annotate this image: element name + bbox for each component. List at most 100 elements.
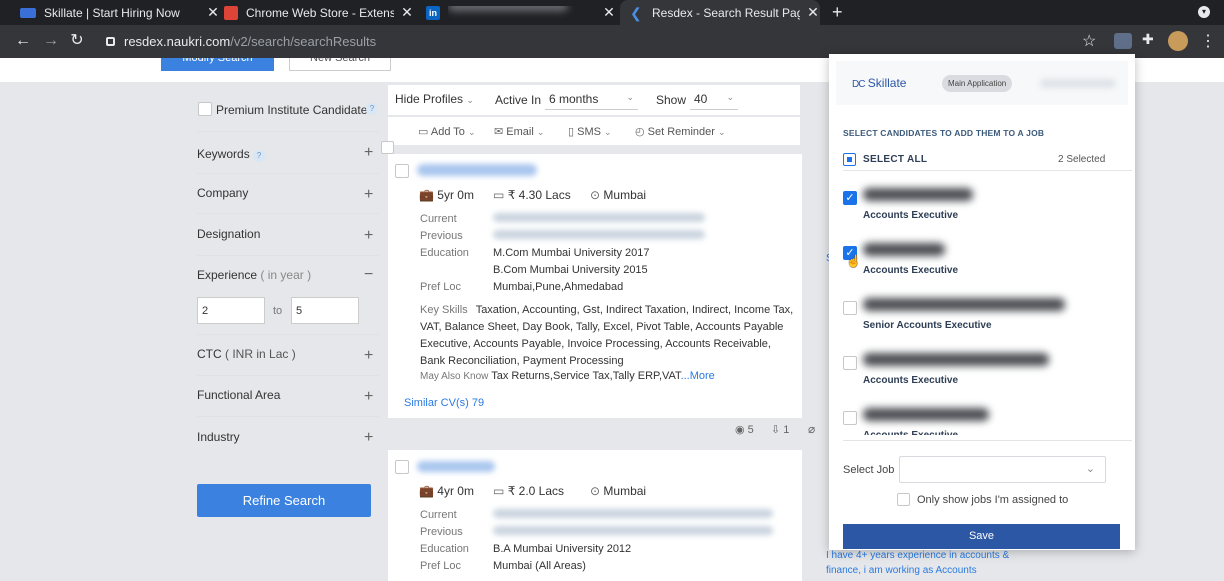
resdex-favicon-icon: ❮	[630, 4, 642, 21]
functional-area-expand-icon[interactable]: +	[364, 388, 373, 406]
email-button[interactable]: ✉ Email ⌄	[494, 125, 544, 138]
add-to-button[interactable]: ▭ Add To ⌄	[418, 125, 476, 138]
back-arrow-icon[interactable]: ←	[12, 30, 34, 52]
hide-profiles-dropdown[interactable]: Hide Profiles ⌄	[395, 92, 474, 106]
panel-instruction: SELECT CANDIDATES TO ADD THEM TO A JOB	[843, 128, 1045, 138]
save-button[interactable]: Save	[843, 524, 1120, 549]
may-also-know: May Also Know Tax Returns,Service Tax,Ta…	[420, 370, 715, 382]
extensions-puzzle-icon[interactable]: ✚	[1142, 31, 1154, 48]
tab-search-icon[interactable]: ▾	[1198, 6, 1210, 18]
help-icon[interactable]: ?	[253, 150, 266, 162]
select-all-checkbox[interactable]	[843, 153, 856, 166]
only-my-jobs-label: Only show jobs I'm assigned to	[917, 494, 1069, 506]
eye-icon: ◉	[735, 424, 745, 436]
chrome-menu-icon[interactable]: ⋮	[1200, 31, 1216, 51]
experience-filter-label[interactable]: Experience ( in year )	[197, 268, 311, 282]
candidate-summary: I have 4+ years experience in accounts &…	[826, 550, 1010, 576]
current-label: Current	[420, 509, 457, 521]
ctc-filter-label[interactable]: CTC ( INR in Lac )	[197, 347, 296, 361]
chevron-down-icon: ⌄	[466, 95, 474, 105]
browser-tab-resdex[interactable]: ❮ Resdex - Search Result Page ✕	[620, 0, 820, 25]
candidate-title: Accounts Executive	[863, 265, 959, 276]
pref-loc-label: Pref Loc	[420, 560, 461, 572]
company-expand-icon[interactable]: +	[364, 186, 373, 204]
similar-cvs-link[interactable]: Similar CV(s) 79	[404, 397, 484, 409]
select-all-results-checkbox[interactable]	[381, 141, 394, 154]
current-employer-redacted	[493, 213, 705, 222]
new-tab-button[interactable]: +	[832, 2, 843, 23]
candidate-name-redacted[interactable]	[417, 164, 537, 176]
select-job-dropdown[interactable]: ⌄	[899, 456, 1106, 483]
skillate-logo: DC Skillate	[852, 76, 906, 90]
experience-min-input[interactable]: 2	[197, 297, 265, 324]
salary-info: ▭ ₹ 4.30 Lacs	[493, 188, 571, 202]
downloads-count: ⇩ 1	[771, 423, 789, 436]
profile-avatar[interactable]	[1168, 31, 1188, 51]
industry-expand-icon[interactable]: +	[364, 429, 373, 447]
experience-max-input[interactable]: 5	[291, 297, 359, 324]
refine-search-button[interactable]: Refine Search	[197, 484, 371, 517]
candidate-title: Accounts Executive	[863, 375, 959, 386]
divider	[843, 440, 1132, 441]
bookmark-star-icon[interactable]: ☆	[1082, 31, 1096, 51]
active-in-label: Active In	[495, 93, 542, 107]
experience-info: 💼 4yr 0m	[419, 484, 474, 498]
experience-value: 5yr 0m	[437, 188, 474, 202]
browser-tab-linkedin[interactable]: in ✕	[426, 0, 616, 25]
browser-tab-chrome-web-store[interactable]: Chrome Web Store - Extension ✕	[224, 0, 414, 25]
sms-text: SMS	[577, 126, 601, 138]
experience-value: 4yr 0m	[437, 484, 474, 498]
only-my-jobs-checkbox[interactable]	[897, 493, 910, 506]
industry-filter-label[interactable]: Industry	[197, 430, 240, 444]
company-filter-label[interactable]: Company	[197, 186, 248, 200]
keywords-expand-icon[interactable]: +	[364, 144, 373, 162]
designation-expand-icon[interactable]: +	[364, 227, 373, 245]
candidate-checkbox[interactable]	[395, 460, 409, 474]
skillate-extension-icon[interactable]	[1114, 33, 1132, 49]
help-icon[interactable]: ?	[366, 103, 378, 115]
candidate-checkbox[interactable]	[395, 164, 409, 178]
new-search-button[interactable]: New Search	[289, 58, 391, 71]
candidate-name-redacted	[863, 243, 945, 256]
education-entry: B.Com Mumbai University 2015	[493, 264, 648, 276]
candidate-name-redacted	[863, 188, 973, 201]
forward-arrow-icon[interactable]: →	[40, 30, 62, 52]
keywords-text: Keywords	[197, 147, 250, 161]
experience-collapse-icon[interactable]: −	[364, 266, 373, 284]
tab-close-icon[interactable]: ✕	[806, 4, 820, 21]
chevron-down-icon: ⌄	[536, 127, 545, 137]
active-in-select[interactable]: 6 months ⌄	[545, 86, 638, 110]
tab-close-icon[interactable]: ✕	[206, 4, 220, 21]
url-bar[interactable]: resdex.naukri.com/v2/search/searchResult…	[124, 31, 1134, 53]
reload-icon[interactable]: ↻	[66, 30, 88, 52]
pref-loc-value: Mumbai,Pune,Ahmedabad	[493, 281, 624, 293]
keywords-filter-label[interactable]: Keywords ?	[197, 147, 266, 162]
user-email-redacted	[1040, 79, 1116, 88]
modify-search-button[interactable]: Modify Search	[161, 58, 274, 71]
candidate-checkbox-checked[interactable]: ✓	[843, 191, 857, 205]
experience-info: 💼 5yr 0m	[419, 188, 474, 202]
show-count-select[interactable]: 40 ⌄	[690, 86, 738, 110]
chevron-down-icon: ⌄	[467, 127, 476, 137]
document-icon: ▭	[418, 126, 429, 138]
main-application-badge[interactable]: Main Application	[942, 75, 1013, 92]
ctc-expand-icon[interactable]: +	[364, 347, 373, 365]
candidate-checkbox[interactable]	[843, 356, 857, 370]
browser-tab-skillate[interactable]: Skillate | Start Hiring Now ✕	[20, 0, 220, 25]
location-info: ⊙ Mumbai	[590, 188, 646, 202]
tab-close-icon[interactable]: ✕	[602, 4, 616, 21]
candidate-checkbox[interactable]	[843, 301, 857, 315]
sms-button[interactable]: ▯ SMS ⌄	[568, 125, 612, 138]
candidate-name-redacted[interactable]	[417, 461, 495, 472]
designation-filter-label[interactable]: Designation	[197, 227, 260, 241]
set-reminder-button[interactable]: ◴ Set Reminder ⌄	[635, 125, 726, 138]
functional-area-filter-label[interactable]: Functional Area	[197, 388, 280, 402]
premium-institute-checkbox[interactable]	[198, 102, 212, 116]
attachment-icon[interactable]: ⌀	[808, 422, 815, 436]
chevron-down-icon: ⌄	[718, 127, 726, 137]
phone-icon: ▯	[568, 126, 575, 138]
more-link[interactable]: ...More	[681, 370, 715, 382]
candidate-checkbox[interactable]	[843, 411, 857, 425]
tab-close-icon[interactable]: ✕	[400, 4, 414, 21]
download-icon: ⇩	[771, 424, 781, 436]
